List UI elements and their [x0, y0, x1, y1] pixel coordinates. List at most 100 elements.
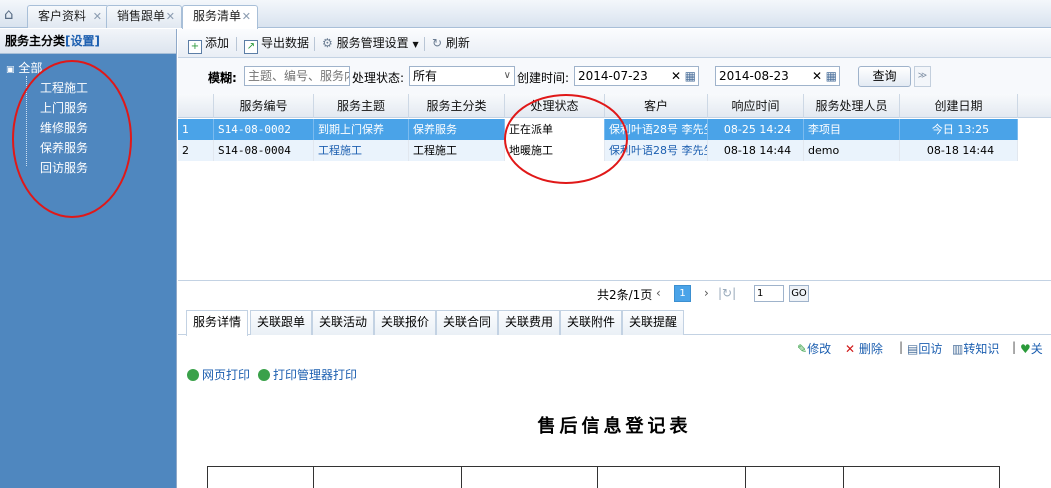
tab-related-quote[interactable]: 关联报价 [374, 310, 437, 335]
close-icon[interactable]: ✕ [242, 6, 251, 27]
tab-label: 服务清单 [193, 9, 242, 23]
filter-bar: 模糊: 处理状态: 所有∨ 创建时间: 2014-07-23✕▦ 2014-08… [178, 58, 1051, 94]
column-header[interactable]: 服务处理人员 [804, 94, 900, 118]
tab-bar: ⌂ 客户资料 ✕ 销售跟单 ✕ 服务清单 ✕ [0, 0, 1051, 29]
table-cell: 今日 13:25 [900, 119, 1018, 140]
export-button[interactable]: ↗ 导出数据 [244, 35, 309, 54]
column-header[interactable]: 服务编号 [214, 94, 314, 118]
collapse-icon[interactable]: ▣ [6, 65, 15, 75]
tab-service-list[interactable]: 服务清单 ✕ [182, 5, 258, 29]
tab-label: 客户资料 [38, 9, 87, 23]
annotation-circle [504, 94, 628, 184]
tab-related-attachment[interactable]: 关联附件 [560, 310, 623, 335]
clear-icon[interactable]: ✕ [812, 67, 822, 85]
table-divider [597, 467, 598, 488]
table-cell: 08-18 14:44 [708, 140, 804, 161]
service-settings-button[interactable]: ⚙ 服务管理设置 ▼ [322, 35, 419, 53]
column-header[interactable]: 响应时间 [708, 94, 804, 118]
column-header[interactable]: 创建日期 [900, 94, 1018, 118]
close-icon[interactable]: ✕ [93, 6, 102, 27]
toolbar: + 添加 ↗ 导出数据 ⚙ 服务管理设置 ▼ ↻ 刷新 [178, 29, 1051, 58]
date-from-input[interactable]: 2014-07-23 ✕ ▦ [574, 66, 699, 86]
divider [424, 37, 425, 51]
detail-actions: ✎修改 ✕ 删除 | ▤回访 ▥转知识 | ♥关 [178, 335, 1051, 359]
tab-related-contract[interactable]: 关联合同 [436, 310, 499, 335]
goto-page-input[interactable]: 1 [754, 285, 784, 302]
tab-service-detail[interactable]: 服务详情 [186, 310, 249, 336]
page-summary: 共2条/1页 [597, 288, 653, 302]
column-header[interactable]: 客户 [605, 94, 708, 118]
date-to-input[interactable]: 2014-08-23 ✕ ▦ [715, 66, 840, 86]
to-knowledge-label: 转知识 [963, 342, 1000, 356]
add-icon: + [188, 40, 202, 54]
table-cell: 08-25 14:24 [708, 119, 804, 140]
table-cell-link[interactable]: 到期上门保养 [314, 119, 409, 140]
divider [236, 37, 237, 51]
fuzzy-search-input[interactable] [244, 66, 350, 86]
query-button[interactable]: 查询 [858, 66, 911, 87]
next-page-icon[interactable]: › [704, 286, 709, 300]
date-from-value: 2014-07-23 [578, 69, 648, 83]
calendar-icon[interactable]: ▦ [826, 67, 837, 85]
clear-icon[interactable]: ✕ [671, 67, 681, 85]
table-cell: demo [804, 140, 900, 161]
delete-label: 删除 [858, 342, 883, 356]
delete-icon: ✕ [845, 342, 856, 356]
table-divider [461, 467, 462, 488]
fuzzy-label: 模糊: [208, 71, 237, 85]
divider: | [1012, 340, 1017, 354]
delete-button[interactable]: ✕ 删除 [845, 340, 883, 357]
export-icon: ↗ [244, 40, 258, 54]
printer-icon [187, 369, 199, 381]
printer-icon [258, 369, 270, 381]
add-label: 添加 [205, 36, 230, 50]
edit-button[interactable]: ✎修改 [797, 340, 831, 357]
settings-link[interactable]: [设置] [65, 34, 100, 48]
annotation-circle [12, 60, 132, 218]
refresh-page-icon[interactable]: |↻| [718, 286, 736, 300]
table-cell-link[interactable]: 工程施工 [314, 140, 409, 161]
tab-related-cost[interactable]: 关联费用 [498, 310, 561, 335]
tab-related-follow[interactable]: 关联跟单 [250, 310, 313, 335]
to-knowledge-button[interactable]: ▥转知识 [952, 340, 999, 357]
table-cell: S14-08-0004 [214, 140, 314, 161]
table-divider [745, 467, 746, 488]
pager: 共2条/1页 ‹ 1 › |↻| 1 GO [178, 280, 1051, 306]
table-divider [843, 467, 844, 488]
tab-related-reminder[interactable]: 关联提醒 [622, 310, 685, 335]
tab-customer-info[interactable]: 客户资料 ✕ [27, 5, 109, 28]
manager-print-button[interactable]: 打印管理器打印 [258, 366, 357, 383]
close-icon[interactable]: ✕ [166, 6, 175, 27]
home-icon[interactable]: ⌂ [4, 5, 22, 23]
column-header[interactable]: 服务主分类 [409, 94, 505, 118]
status-value: 所有 [413, 69, 438, 83]
status-label: 处理状态: [352, 71, 405, 85]
more-action-button[interactable]: ♥关 [1020, 340, 1043, 357]
created-label: 创建时间: [517, 71, 570, 85]
column-header[interactable]: 服务主题 [314, 94, 409, 118]
tab-sales-follow[interactable]: 销售跟单 ✕ [106, 5, 182, 28]
go-button[interactable]: GO [789, 285, 809, 302]
knowledge-icon: ▥ [952, 342, 964, 356]
chevron-down-icon: ∨ [503, 70, 511, 81]
web-print-button[interactable]: 网页打印 [187, 366, 250, 383]
export-label: 导出数据 [261, 36, 310, 50]
refresh-button[interactable]: ↻ 刷新 [432, 35, 470, 51]
row-number: 2 [178, 140, 214, 161]
status-select[interactable]: 所有 ∨ [409, 66, 515, 86]
calendar-icon[interactable]: ▦ [685, 67, 696, 85]
revisit-button[interactable]: ▤回访 [907, 340, 942, 357]
date-to-value: 2014-08-23 [719, 69, 789, 83]
current-page[interactable]: 1 [674, 285, 691, 302]
divider: | [899, 340, 904, 354]
tab-label: 销售跟单 [117, 9, 166, 23]
document-title: 售后信息登记表 [537, 416, 692, 437]
expand-filter-icon[interactable]: ≫ [914, 66, 931, 87]
row-number: 1 [178, 119, 214, 140]
tab-related-activity[interactable]: 关联活动 [312, 310, 375, 335]
revisit-label: 回访 [918, 342, 943, 356]
prev-page-icon[interactable]: ‹ [656, 286, 661, 300]
detail-tabs: 服务详情 关联跟单 关联活动 关联报价 关联合同 关联费用 关联附件 关联提醒 [178, 306, 1051, 336]
add-button[interactable]: + 添加 [188, 35, 229, 54]
refresh-icon: ↻ [432, 36, 443, 50]
